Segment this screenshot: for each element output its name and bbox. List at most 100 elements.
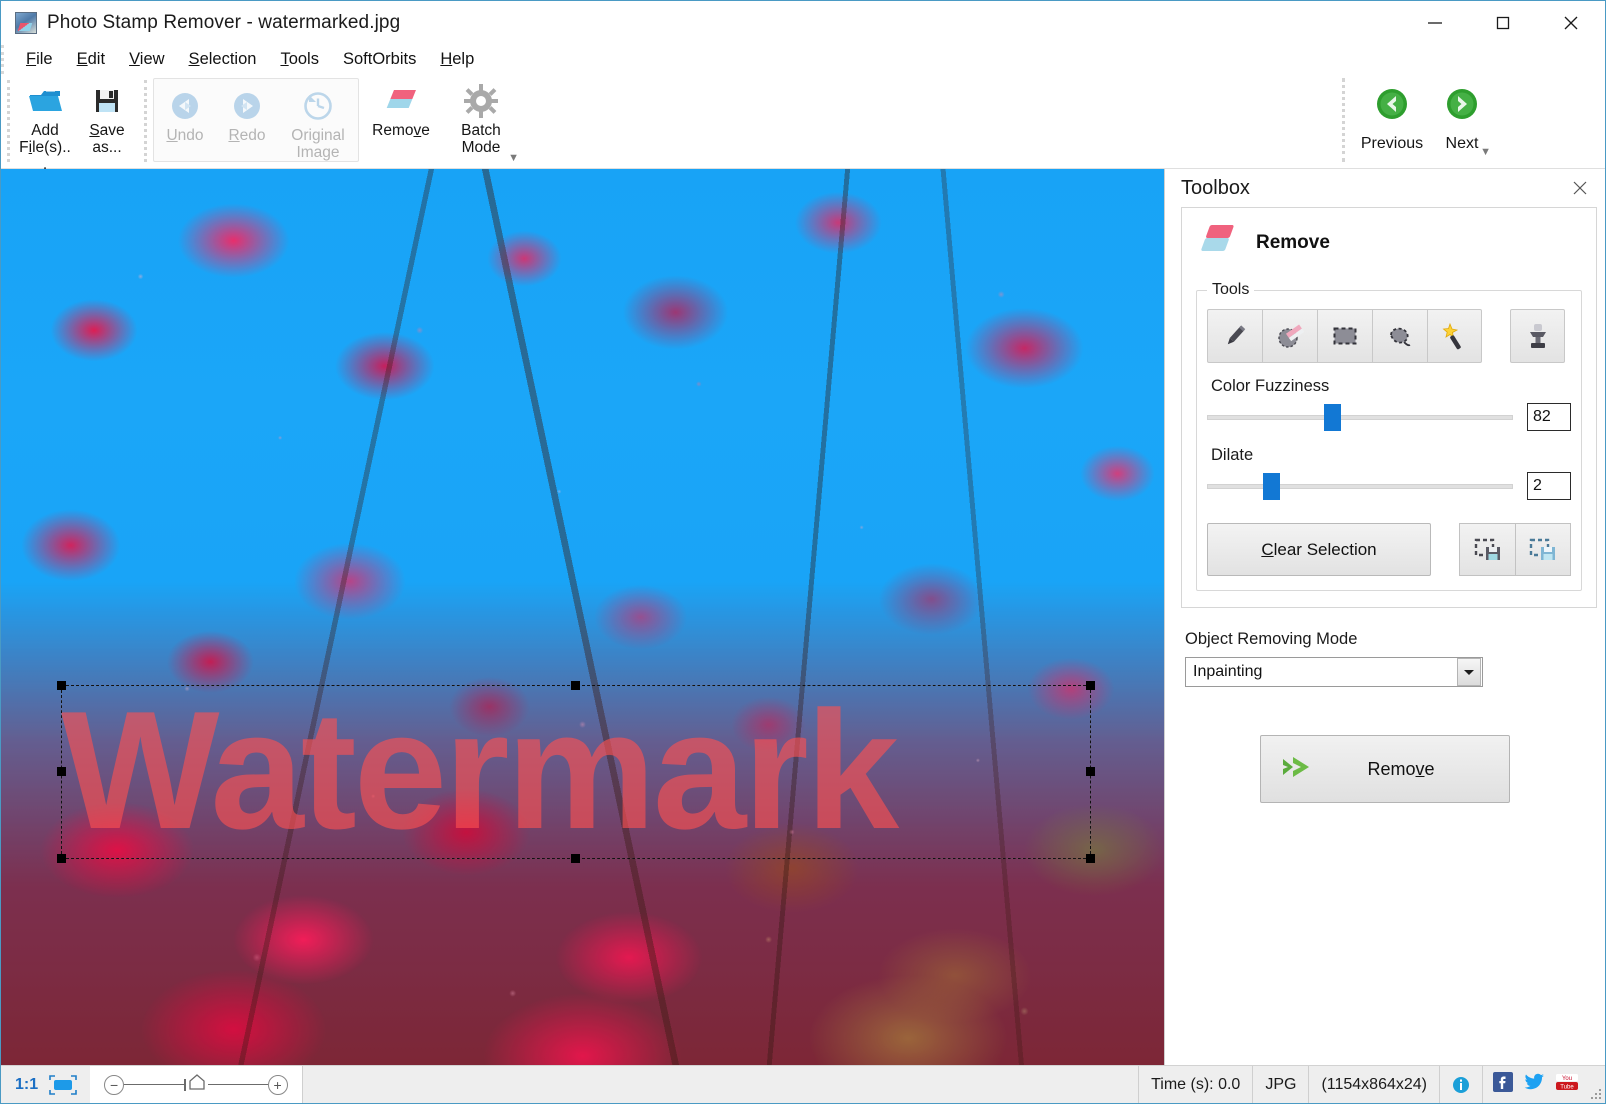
load-selection-button[interactable] xyxy=(1515,523,1571,576)
menu-file[interactable]: File xyxy=(14,47,65,72)
toolbox-close-icon[interactable] xyxy=(1569,177,1591,199)
eraser-tool-button[interactable] xyxy=(1262,309,1317,363)
add-files-button[interactable]: Add File(s)... xyxy=(14,80,76,173)
remove-toolbar-button[interactable]: Remove xyxy=(361,80,441,139)
menu-view[interactable]: View xyxy=(117,47,176,72)
marker-tool-button[interactable] xyxy=(1207,309,1262,363)
remove-toolbar-label: Remove xyxy=(372,122,430,139)
navigation-group: Previous Next ▼ xyxy=(1342,78,1497,162)
selection-handle-middle-left[interactable] xyxy=(57,767,66,776)
undo-button[interactable]: Undo xyxy=(154,85,216,144)
slider-track xyxy=(1207,484,1513,489)
lasso-tool-button[interactable] xyxy=(1372,309,1427,363)
zoom-in-button[interactable]: + xyxy=(267,1074,288,1095)
toolbar: Add File(s)... Save as... Undo Redo Orig… xyxy=(1,74,1605,173)
menu-edit[interactable]: Edit xyxy=(65,47,117,72)
object-removing-mode-label: Object Removing Mode xyxy=(1185,630,1358,648)
zoom-out-button[interactable]: − xyxy=(104,1074,125,1095)
selection-handle-bottom-center[interactable] xyxy=(571,854,580,863)
selection-handle-bottom-right[interactable] xyxy=(1086,854,1095,863)
remove-action-area: Remove xyxy=(1165,687,1605,803)
navigation-overflow-arrow[interactable]: ▼ xyxy=(1480,146,1491,158)
zoom-slider[interactable]: − + xyxy=(90,1066,303,1103)
next-button[interactable]: Next xyxy=(1427,78,1497,153)
object-removing-mode-select[interactable]: Inpainting xyxy=(1185,657,1483,687)
tools-group-label: Tools xyxy=(1212,281,1250,298)
toolbox-header: Toolbox xyxy=(1165,169,1605,207)
dimensions-label: (1154x864x24) xyxy=(1309,1066,1440,1103)
zoom-ratio-label[interactable]: 1:1 xyxy=(1,1066,48,1103)
slider-thumb[interactable] xyxy=(1263,473,1281,500)
object-removing-mode-section: Object Removing Mode Inpainting xyxy=(1165,608,1605,687)
tool-button-row xyxy=(1207,309,1571,363)
save-as-button[interactable]: Save as... xyxy=(76,80,138,156)
menu-help[interactable]: Help xyxy=(428,47,486,72)
image-canvas[interactable]: Watermark xyxy=(1,169,1164,1065)
resize-grip[interactable] xyxy=(1589,1087,1603,1101)
save-selection-button[interactable] xyxy=(1459,523,1515,576)
menu-tools[interactable]: Tools xyxy=(268,47,331,72)
format-label: JPG xyxy=(1253,1066,1310,1103)
chevron-down-icon[interactable] xyxy=(1457,658,1481,686)
menu-selection[interactable]: Selection xyxy=(177,47,269,72)
redo-button[interactable]: Redo xyxy=(216,85,278,144)
selection-handle-top-left[interactable] xyxy=(57,681,66,690)
main-area: Watermark Toolbox Remove Tools Color Fuz… xyxy=(1,169,1605,1065)
add-files-label-1: Add xyxy=(31,122,59,139)
selection-handle-bottom-left[interactable] xyxy=(57,854,66,863)
green-right-arrow-icon xyxy=(1444,86,1480,127)
redo-arrow-icon xyxy=(230,87,264,125)
toolbar-overflow-arrow[interactable]: ▼ xyxy=(508,152,519,164)
green-left-arrow-icon xyxy=(1374,86,1410,127)
color-fuzziness-slider[interactable] xyxy=(1207,402,1513,432)
toolbar-divider-2 xyxy=(144,80,147,162)
remove-section-header: Remove xyxy=(1196,220,1582,265)
remove-button[interactable]: Remove xyxy=(1260,735,1510,803)
rectangle-select-tool-button[interactable] xyxy=(1317,309,1372,363)
batch-mode-label-2: Mode xyxy=(461,139,501,156)
fit-to-window-icon[interactable] xyxy=(48,1066,90,1103)
selection-rectangle[interactable] xyxy=(57,681,1095,863)
window-controls xyxy=(1401,1,1605,45)
open-folder-icon xyxy=(27,82,63,120)
twitter-icon[interactable] xyxy=(1523,1072,1545,1097)
zoom-track-right xyxy=(207,1083,268,1086)
dilate-row: 2 xyxy=(1207,471,1571,501)
save-as-label-2: as... xyxy=(92,139,122,156)
magic-wand-tool-button[interactable] xyxy=(1427,309,1482,363)
clone-stamp-tool-button[interactable] xyxy=(1510,309,1565,363)
original-image-button[interactable]: Original Image xyxy=(278,85,358,161)
zoom-home-handle[interactable] xyxy=(188,1073,206,1096)
green-double-arrow-icon xyxy=(1279,752,1323,787)
menu-softorbits[interactable]: SoftOrbits xyxy=(331,47,428,72)
selection-handle-top-center[interactable] xyxy=(571,681,580,690)
batch-mode-button[interactable]: Batch Mode xyxy=(441,80,521,156)
info-icon[interactable] xyxy=(1440,1066,1483,1103)
color-fuzziness-value[interactable]: 82 xyxy=(1527,403,1571,431)
redo-label: Redo xyxy=(228,127,266,144)
dilate-slider[interactable] xyxy=(1207,471,1513,501)
minimize-button[interactable] xyxy=(1401,1,1469,45)
next-label: Next xyxy=(1445,135,1479,152)
color-fuzziness-row: 82 xyxy=(1207,402,1571,432)
status-spacer xyxy=(303,1066,1138,1103)
menu-bar: File Edit View Selection Tools SoftOrbit… xyxy=(1,45,1605,74)
selection-handle-top-right[interactable] xyxy=(1086,681,1095,690)
selection-handle-middle-right[interactable] xyxy=(1086,767,1095,776)
toolbox-title: Toolbox xyxy=(1181,176,1250,199)
slider-thumb[interactable] xyxy=(1324,404,1342,431)
close-button[interactable] xyxy=(1537,1,1605,45)
toolbar-file-group: Add File(s)... Save as... xyxy=(14,74,138,173)
svg-text:Tube: Tube xyxy=(1560,1085,1574,1091)
original-image-label-1: Original xyxy=(291,127,345,144)
time-label: Time (s): 0.0 xyxy=(1138,1066,1254,1103)
facebook-icon[interactable] xyxy=(1493,1072,1513,1097)
dilate-value[interactable]: 2 xyxy=(1527,472,1571,500)
toolbar-history-group: Undo Redo Original Image xyxy=(153,78,359,162)
undo-arrow-icon xyxy=(168,87,202,125)
remove-button-label: Remove xyxy=(1367,758,1435,779)
previous-button[interactable]: Previous xyxy=(1357,78,1427,153)
youtube-icon[interactable]: You Tube xyxy=(1555,1072,1579,1097)
maximize-button[interactable] xyxy=(1469,1,1537,45)
clear-selection-button[interactable]: Clear Selection xyxy=(1207,523,1431,576)
